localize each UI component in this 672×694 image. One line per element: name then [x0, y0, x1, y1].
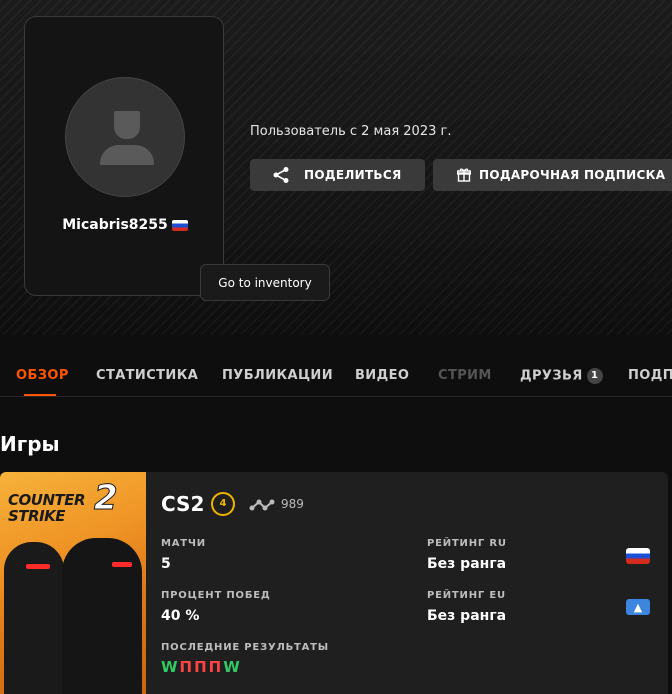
tab-subscriptions[interactable]: ПОДП	[628, 368, 672, 383]
tab-friends[interactable]: ДРУЗЬЯ 1	[520, 368, 603, 384]
inventory-tooltip[interactable]: Go to inventory	[200, 264, 330, 301]
tab-statistics[interactable]: СТАТИСТИКА	[96, 368, 198, 383]
elo-icon	[249, 499, 275, 511]
avatar	[65, 77, 185, 197]
username: Micabris8255	[25, 217, 225, 233]
elo-value: 989	[281, 497, 304, 511]
game-logo: COUNTER STRIKE 2	[8, 478, 118, 525]
rating-ru-value: Без ранга	[427, 556, 507, 572]
user-silhouette-icon	[114, 111, 140, 139]
recent-results: WПППW	[161, 658, 242, 676]
game-cover-image: COUNTER STRIKE 2	[0, 472, 146, 694]
game-name: CS2	[161, 492, 205, 516]
winrate-value: 40 %	[161, 608, 200, 624]
share-icon	[273, 167, 289, 183]
share-button[interactable]: ПОДЕЛИТЬСЯ	[250, 159, 425, 191]
winrate-label: ПРОЦЕНТ ПОБЕД	[161, 590, 271, 601]
gift-icon	[457, 168, 471, 182]
profile-card: Micabris8255	[24, 16, 224, 296]
tab-video[interactable]: ВИДЕО	[355, 368, 409, 383]
rating-eu-label: РЕЙТИНГ EU	[427, 590, 506, 601]
matches-value: 5	[161, 556, 171, 572]
russia-flag-icon	[171, 219, 188, 231]
rating-eu-value: Без ранга	[427, 608, 507, 624]
rating-ru-label: РЕЙТИНГ RU	[427, 538, 507, 549]
result-win: W	[161, 658, 180, 676]
member-since: Пользователь с 2 мая 2023 г.	[250, 124, 452, 139]
result-loss: П	[208, 658, 224, 676]
result-loss: П	[194, 658, 209, 676]
result-loss: П	[179, 658, 195, 676]
matches-label: МАТЧИ	[161, 538, 206, 549]
gift-subscription-button[interactable]: ПОДАРОЧНАЯ ПОДПИСКА	[433, 159, 672, 191]
tab-stream[interactable]: СТРИМ	[438, 368, 492, 383]
tab-publications[interactable]: ПУБЛИКАЦИИ	[222, 368, 333, 383]
profile-tabs: ОБЗОР СТАТИСТИКА ПУБЛИКАЦИИ ВИДЕО СТРИМ …	[0, 356, 672, 397]
russia-flag-icon	[626, 548, 650, 564]
recent-results-label: ПОСЛЕДНИЕ РЕЗУЛЬТАТЫ	[161, 642, 329, 653]
game-card-cs2[interactable]: COUNTER STRIKE 2 CS2 4 989 МАТЧИ 5 ПРОЦЕ…	[0, 472, 668, 694]
profile-hero: Micabris8255 Пользователь с 2 мая 2023 г…	[0, 0, 672, 335]
active-tab-indicator	[24, 394, 56, 396]
games-section-title: Игры	[0, 432, 60, 456]
eu-region-icon: ▲	[626, 599, 650, 615]
result-win: W	[223, 658, 242, 676]
friends-count-badge: 1	[586, 368, 603, 384]
skill-level-badge: 4	[211, 492, 235, 516]
tab-overview[interactable]: ОБЗОР	[16, 368, 69, 383]
